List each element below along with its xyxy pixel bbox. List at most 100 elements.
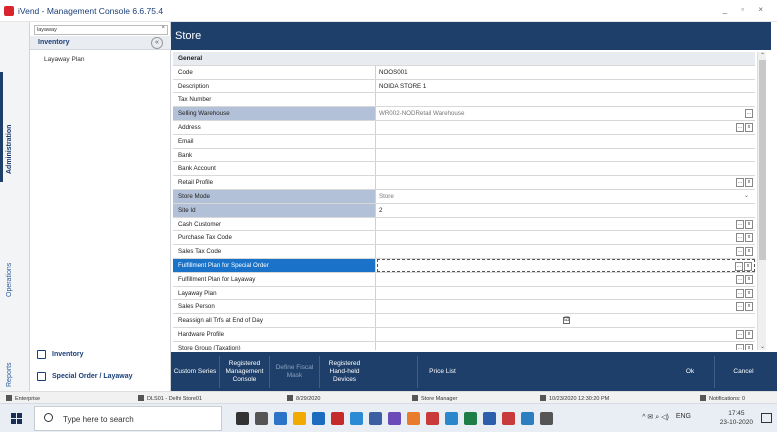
tree-search-input[interactable]: layaway [34,25,168,35]
grid-row[interactable]: Selling Warehouse WR002-NODRetail Warehou… [173,107,755,121]
property-value[interactable]: ☑ [377,314,755,327]
action-center-icon[interactable] [761,413,772,423]
grid-row[interactable]: Tax Number [173,93,755,108]
taskbar-app-icon[interactable] [312,412,325,425]
scroll-thumb[interactable] [759,60,766,260]
taskbar-app-icon[interactable] [274,412,287,425]
language-indicator[interactable]: ENG [676,413,691,422]
ok-button[interactable]: Ok [666,356,714,388]
ellipsis-button[interactable]: ... [745,109,753,119]
property-value[interactable]: WR002-NODRetail Warehouse... [377,107,755,120]
property-value[interactable]: ... x [377,231,755,244]
grid-row[interactable]: Site Id 2 [173,203,755,218]
grid-row[interactable]: Hardware Profile... x [173,328,755,342]
registered-handheld-button[interactable]: Registered Hand-held Devices [319,356,369,388]
ellipsis-button[interactable]: ... [735,262,743,271]
taskbar-app-icon[interactable] [521,412,534,425]
ellipsis-button[interactable]: ... [736,178,744,188]
cancel-button[interactable]: Cancel [714,356,772,388]
tree-item-layaway-plan[interactable]: Layaway Plan [44,56,84,63]
grid-row[interactable]: Sales Tax Code... x [173,245,755,259]
property-value[interactable]: Store ⌄ [377,190,755,203]
property-value[interactable] [377,162,755,175]
taskbar-app-icon[interactable] [236,412,249,425]
grid-row[interactable]: Cash Customer... x [173,217,755,232]
property-value[interactable] [377,93,755,106]
scroll-down-icon[interactable]: ⌄ [758,343,767,350]
property-value[interactable]: ... x [377,300,755,313]
dropdown-chevron-icon[interactable]: ⌄ [744,190,749,203]
taskbar-app-icon[interactable] [369,412,382,425]
property-value[interactable]: ... x [377,218,755,231]
ellipsis-button[interactable]: ... [736,302,744,312]
grid-row[interactable]: Code NOOS001 [173,65,755,80]
taskbar-app-icon[interactable] [540,412,553,425]
property-value[interactable]: ... x [377,121,755,134]
registered-console-button[interactable]: Registered Management Console [219,356,269,388]
property-value[interactable] [377,149,755,162]
grid-row[interactable]: Bank Account [173,162,755,177]
property-value[interactable]: ... x [377,342,755,350]
ellipsis-button[interactable]: ... [736,233,744,243]
ellipsis-button[interactable]: ... [736,123,744,132]
taskbar-app-icon[interactable] [464,412,477,425]
scroll-up-icon[interactable]: ⌃ [758,52,767,59]
grid-row[interactable]: Reassign all Trfs at End of Day ☑ [173,314,755,328]
clear-button[interactable]: x [745,343,753,350]
taskbar-app-icon[interactable] [255,412,268,425]
grid-row[interactable]: Store Group (Taxation)... x [173,341,755,350]
clear-button[interactable]: x [745,219,753,229]
grid-row[interactable]: Address... x [173,121,755,135]
grid-row[interactable]: Bank [173,148,755,163]
clear-button[interactable]: x [745,330,753,339]
ellipsis-button[interactable]: ... [736,219,744,229]
property-value[interactable]: ... x [377,287,755,300]
ellipsis-button[interactable]: ... [736,274,744,284]
grid-row[interactable]: Email [173,134,755,149]
tab-reports[interactable]: Reports [6,362,13,387]
taskbar-app-icon[interactable] [331,412,344,425]
taskbar-app-icon[interactable] [445,412,458,425]
taskbar-clock[interactable]: 17:45 23-10-2020 [720,409,753,427]
grid-section-header[interactable]: General [173,52,755,66]
taskbar-app-icon[interactable] [502,412,515,425]
clear-button[interactable]: x [744,262,752,271]
property-value[interactable]: 2 [377,204,755,217]
window-controls[interactable]: _ ▫ × [723,5,769,14]
ellipsis-button[interactable]: ... [736,343,744,350]
clear-search-icon[interactable]: × [161,25,165,31]
taskbar-app-icon[interactable] [483,412,496,425]
taskbar-app-icon[interactable] [407,412,420,425]
tray-icons[interactable]: ^ ✉ ⌕ ◁) [642,413,669,422]
tab-administration[interactable]: Administration [6,125,13,174]
vertical-scrollbar[interactable]: ⌃ ⌄ [757,52,766,350]
clear-button[interactable]: x [745,123,753,132]
custom-series-button[interactable]: Custom Series [171,356,219,388]
reassign-checkbox[interactable]: ☑ [563,317,570,325]
property-value[interactable]: ... x [377,328,755,341]
taskbar-app-icon[interactable] [388,412,401,425]
taskbar-app-icon[interactable] [350,412,363,425]
ellipsis-button[interactable]: ... [736,330,744,339]
property-value[interactable]: ... x [377,176,755,189]
clear-button[interactable]: x [745,302,753,312]
property-value[interactable]: ... x [377,273,755,286]
price-list-button[interactable]: Price List [417,356,467,388]
clear-button[interactable]: x [745,288,753,298]
tab-operations[interactable]: Operations [6,263,13,297]
ellipsis-button[interactable]: ... [736,288,744,298]
clear-button[interactable]: x [745,247,753,257]
define-fiscal-mask-button[interactable]: Define Fiscal Mask [269,356,319,388]
system-tray[interactable]: ^ ✉ ⌕ ◁) ENG [642,413,691,422]
grid-row[interactable]: Fulfillment Plan for Special Order... x [173,259,755,273]
grid-row[interactable]: Layaway Plan... x [173,286,755,301]
property-value[interactable]: NOOS001 [377,66,755,79]
windows-start-icon[interactable] [11,413,22,424]
status-notifications[interactable]: Notifications: 0 [700,395,745,402]
collapse-icon[interactable]: « [151,37,163,49]
grid-row[interactable]: Purchase Tax Code... x [173,231,755,246]
taskbar-app-icon[interactable] [293,412,306,425]
taskbar-app-icon[interactable] [426,412,439,425]
grid-row[interactable]: Store Mode Store ⌄ [173,190,755,204]
grid-row[interactable]: Fulfillment Plan for Layaway... x [173,272,755,287]
